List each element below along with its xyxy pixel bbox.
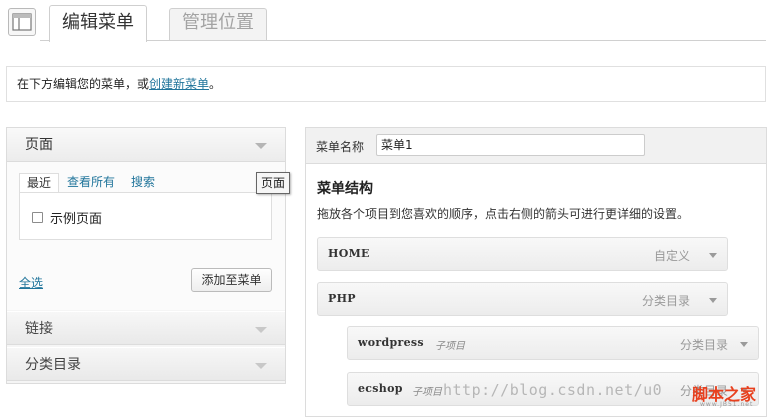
menu-item-title: wordpress [358,336,424,349]
add-to-menu-button[interactable]: 添加至菜单 [191,268,272,292]
menu-structure-title: 菜单结构 [317,181,373,197]
chevron-down-icon[interactable] [255,143,267,149]
item-edit-arrow-icon[interactable] [740,342,748,347]
pages-accordion-body: 最近 查看所有 搜索 示例页面 全选 添加至菜单 [7,162,285,310]
chevron-down-icon[interactable] [255,327,267,333]
menu-name-label: 菜单名称 [316,140,365,154]
chevron-down-icon[interactable] [255,363,267,369]
select-all-link[interactable]: 全选 [19,274,43,291]
tab-edit-menus[interactable]: 编辑菜单 [49,5,147,42]
menu-item[interactable]: PHP 分类目录 [317,282,728,316]
menu-item[interactable]: HOME 自定义 [317,237,728,271]
tab-search[interactable]: 搜索 [131,173,155,191]
notice-prefix: 在下方编辑您的菜单，或 [17,77,150,91]
categories-accordion-title: 分类目录 [25,357,81,373]
menu-item[interactable]: wordpress 子项目 分类目录 [347,326,759,360]
pages-accordion-title: 页面 [25,137,53,153]
tab-bar-divider [40,40,766,41]
notice-suffix: 。 [209,77,222,91]
menu-item-title: PHP [328,292,356,305]
sample-page-checkbox[interactable] [32,212,43,223]
menus-screen-icon [8,8,36,36]
tab-manage-locations[interactable]: 管理位置 [169,8,267,40]
menu-item-type: 自定义 [653,249,690,263]
menu-item-subitem-label: 子项目 [435,341,465,352]
item-edit-arrow-icon[interactable] [709,253,717,258]
categories-accordion-header[interactable]: 分类目录 [7,347,285,381]
watermark-logo-url: www.JB51.net [700,401,754,408]
links-accordion-header[interactable]: 链接 [7,311,285,345]
menu-item-type: 分类目录 [679,338,728,352]
create-new-menu-link[interactable]: 创建新菜单 [149,77,209,91]
links-accordion-title: 链接 [25,321,53,337]
menu-item-type: 分类目录 [641,294,690,308]
edit-menus-notice: 在下方编辑您的菜单，或创建新菜单。 [6,66,766,102]
tab-view-all[interactable]: 查看所有 [67,173,115,191]
item-edit-arrow-icon[interactable] [709,298,717,303]
tab-most-recent[interactable]: 最近 [19,173,60,193]
menu-name-input[interactable]: 菜单1 [376,134,645,156]
menu-item-title: HOME [328,247,370,260]
menu-header: 菜单名称 菜单1 [306,128,766,164]
menu-item-title: ecshop [358,382,403,395]
pages-checklist: 示例页面 [19,192,272,240]
menu-items-sidebar: 页面 最近 查看所有 搜索 示例页面 全选 添加至菜单 链接 分类目录 [6,127,286,384]
menu-item-subitem-label: 子项目 [412,387,442,398]
sample-page-label[interactable]: 示例页面 [50,208,102,227]
watermark-url: http://blog.csdn.net/u0 [443,381,663,399]
pages-accordion-header[interactable]: 页面 [7,128,285,162]
pages-tooltip: 页面 [256,172,291,194]
menu-structure-description: 拖放各个项目到您喜欢的顺序，点击右侧的箭头可进行更详细的设置。 [317,207,690,221]
menu-editor-panel: 菜单名称 菜单1 菜单结构 拖放各个项目到您喜欢的顺序，点击右侧的箭头可进行更详… [305,127,767,417]
